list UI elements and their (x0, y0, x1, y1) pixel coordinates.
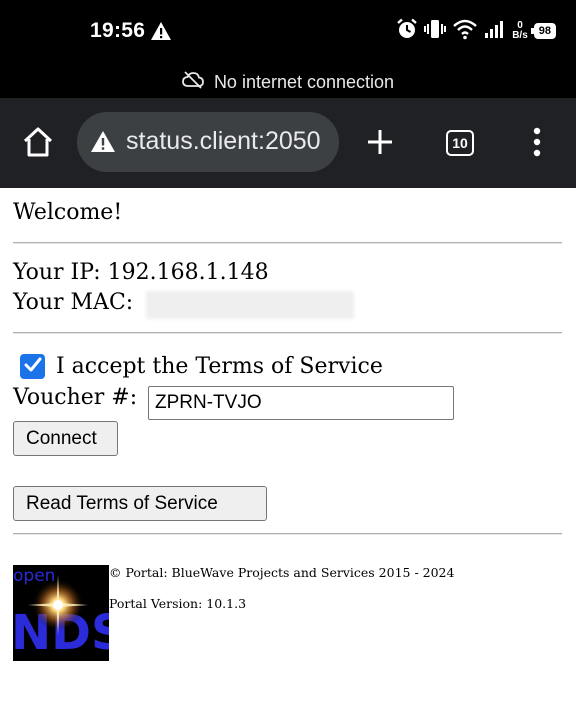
opennds-logo: open NDS (13, 565, 109, 661)
plus-icon (362, 130, 398, 164)
divider (13, 332, 562, 334)
voucher-input[interactable] (148, 386, 454, 420)
portal-page: Welcome! Your IP: 192.168.1.148 Your MAC… (0, 188, 576, 712)
offline-banner-text: No internet connection (213, 71, 395, 92)
tos-label[interactable]: I accept the Terms of Service (56, 354, 383, 379)
wifi-icon (452, 18, 478, 45)
checkmark-icon (23, 356, 43, 378)
new-tab-button[interactable] (362, 124, 398, 160)
tos-checkbox[interactable] (20, 354, 45, 379)
network-speed-unit: B/s (512, 30, 528, 41)
ip-address-line: Your IP: 192.168.1.148 (13, 260, 269, 285)
footer-version: Portal Version: 10.1.3 (109, 596, 247, 611)
home-button[interactable] (18, 124, 58, 164)
status-bar: 19:56 0 B/s 98 (0, 0, 576, 66)
menu-button[interactable] (526, 126, 548, 160)
divider (13, 533, 562, 535)
status-icons: 0 B/s 98 (396, 17, 556, 45)
address-bar[interactable]: status.client:2050 (77, 112, 339, 172)
alarm-icon (396, 18, 418, 45)
cloud-off-icon (182, 70, 204, 94)
address-bar-url[interactable]: status.client:2050 (126, 127, 321, 156)
offline-banner: No internet connection (0, 66, 576, 98)
connect-button[interactable]: Connect (13, 421, 118, 456)
network-speed: 0 B/s (512, 21, 528, 41)
cellular-signal-icon (484, 19, 506, 44)
voucher-label: Voucher #: (13, 385, 138, 410)
mac-address-redacted (146, 291, 354, 319)
warning-triangle-icon (150, 21, 172, 46)
divider (13, 242, 562, 244)
warning-triangle-icon[interactable] (90, 130, 116, 158)
mac-address-label: Your MAC: (13, 290, 134, 315)
browser-toolbar: status.client:2050 10 (0, 98, 576, 188)
vibrate-icon (424, 18, 447, 45)
battery-indicator: 98 (530, 23, 556, 39)
more-vert-icon (526, 127, 548, 164)
welcome-heading: Welcome! (13, 200, 123, 225)
footer-copyright: © Portal: BlueWave Projects and Services… (109, 565, 455, 580)
home-icon (22, 127, 54, 162)
status-time: 19:56 (90, 19, 146, 42)
tab-switcher-button[interactable]: 10 (446, 130, 474, 156)
read-terms-button[interactable]: Read Terms of Service (13, 486, 267, 521)
